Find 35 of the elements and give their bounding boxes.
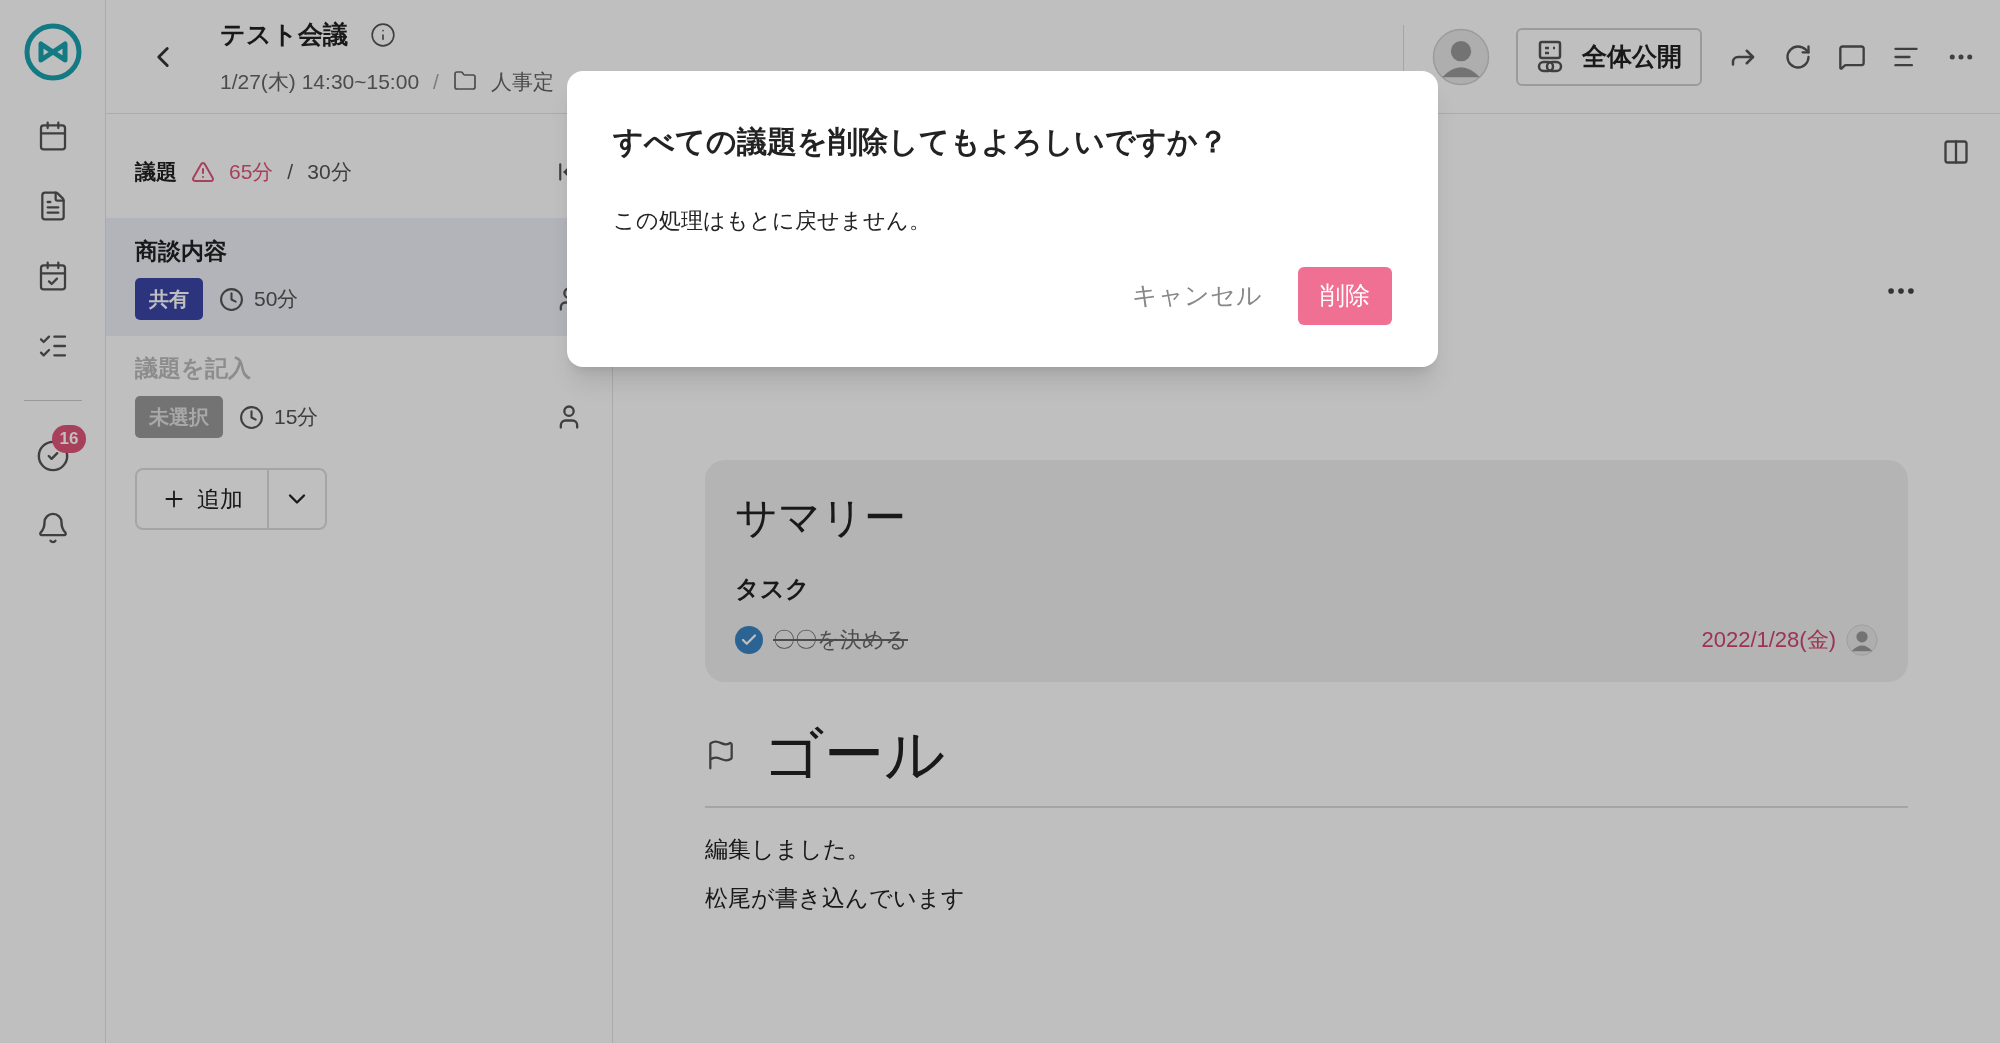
meeting-title: テスト会議 — [220, 19, 348, 50]
avatar-icon — [1846, 623, 1878, 656]
status-tag[interactable]: 共有 — [135, 278, 203, 320]
goal-heading: ゴール — [763, 720, 945, 790]
agenda-title: 商談内容 — [135, 237, 228, 266]
duration: 15分 — [274, 404, 319, 431]
task-label: タスク — [735, 574, 811, 604]
task-text: 〇〇を決める — [773, 626, 908, 654]
avatar-icon — [1432, 27, 1490, 86]
duration: 50分 — [254, 286, 299, 313]
meeting-datetime: 1/27(木) 14:30~15:00 — [220, 68, 420, 95]
visibility-button[interactable]: 全体公開 — [1516, 27, 1702, 86]
separator: / — [433, 68, 439, 95]
clock-icon — [239, 404, 264, 430]
info-icon[interactable] — [370, 21, 396, 48]
goal-text: 松尾が書き込んでいます — [705, 883, 966, 913]
folder-name[interactable]: 人事定 — [490, 65, 554, 97]
separator: / — [287, 159, 294, 186]
agenda-label: 議題 — [135, 159, 177, 186]
summary-heading: サマリー — [735, 493, 907, 543]
logo-icon — [22, 22, 83, 82]
agenda-total: 65分 — [229, 159, 274, 186]
agenda-limit: 30分 — [307, 159, 352, 186]
cancel-button[interactable]: キャンセル — [1132, 277, 1262, 315]
clock-icon — [219, 286, 244, 312]
split-view-icon[interactable] — [1942, 138, 1970, 166]
task-due-date: 2022/1/28(金) — [1701, 626, 1836, 654]
history-icon[interactable] — [1784, 42, 1812, 71]
goal-text: 編集しました。 — [705, 835, 871, 864]
dialog-title: すべての議題を削除してもよろしいですか？ — [613, 124, 1229, 160]
link-icon — [1536, 39, 1564, 74]
dialog-message: この処理はもとに戻せません。 — [613, 207, 932, 235]
comment-icon[interactable] — [1838, 42, 1866, 71]
notification-badge: 16 — [51, 425, 87, 453]
task-checkbox[interactable] — [735, 625, 763, 654]
